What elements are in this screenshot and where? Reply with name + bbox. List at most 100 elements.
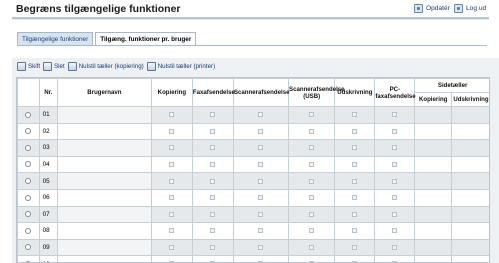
page-counter-copy-cell — [414, 255, 453, 262]
pc-fax-checkbox[interactable] — [392, 145, 398, 151]
row-pc-fax-cell — [374, 106, 416, 124]
change-label: Skift — [28, 63, 41, 70]
fax-checkbox[interactable] — [210, 128, 216, 134]
row-select-radio[interactable] — [25, 211, 32, 218]
delete-button[interactable]: Slet — [43, 62, 65, 71]
row-select-radio[interactable] — [25, 178, 32, 184]
fax-checkbox[interactable] — [210, 195, 216, 201]
row-scanner-usb-cell — [287, 106, 336, 124]
scanner-usb-checkbox[interactable] — [309, 145, 315, 151]
row-number: 01 — [38, 106, 58, 124]
scanner-usb-checkbox[interactable] — [309, 161, 315, 167]
scanner-checkbox[interactable] — [258, 178, 264, 184]
row-username — [56, 238, 152, 257]
fax-checkbox[interactable] — [210, 211, 216, 217]
print-checkbox[interactable] — [352, 195, 358, 201]
fax-checkbox[interactable] — [210, 145, 216, 151]
scanner-usb-checkbox[interactable] — [309, 195, 315, 201]
copy-checkbox[interactable] — [169, 112, 175, 118]
fax-checkbox[interactable] — [210, 178, 216, 184]
scanner-checkbox[interactable] — [258, 128, 264, 134]
row-select-cell — [17, 188, 40, 207]
copy-checkbox[interactable] — [169, 161, 175, 167]
row-copy-cell — [150, 222, 193, 240]
change-button[interactable]: Skift — [17, 62, 40, 71]
pc-fax-checkbox[interactable] — [392, 195, 398, 201]
fax-checkbox[interactable] — [210, 161, 216, 167]
nr-column-header: Nr. — [38, 78, 58, 107]
scanner-usb-checkbox[interactable] — [309, 228, 315, 234]
fax-column-header: Faxafsendelse — [191, 78, 235, 107]
scanner-usb-checkbox[interactable] — [309, 244, 315, 250]
copy-checkbox[interactable] — [169, 244, 175, 250]
scanner-checkbox[interactable] — [258, 228, 264, 234]
print-column-header: Udskrivning — [334, 78, 376, 107]
print-checkbox[interactable] — [352, 128, 358, 134]
copy-checkbox[interactable] — [169, 178, 175, 184]
page-counter-print-header: Udskrivning — [451, 92, 489, 107]
row-pc-fax-cell — [374, 172, 416, 190]
page-counter-print-cell — [451, 222, 489, 240]
copy-checkbox[interactable] — [169, 211, 175, 217]
row-number: 09 — [38, 238, 58, 257]
row-select-radio[interactable] — [25, 128, 32, 135]
logout-button[interactable]: Log ud — [454, 4, 486, 13]
fax-checkbox[interactable] — [210, 244, 216, 250]
scanner-checkbox[interactable] — [258, 161, 264, 167]
row-select-radio[interactable] — [25, 144, 32, 151]
scanner-checkbox[interactable] — [258, 244, 264, 250]
row-fax-cell — [191, 205, 234, 224]
scanner-checkbox[interactable] — [258, 195, 264, 201]
user-functions-table: Nr. Brugernavn Kopiering Faxafsendelse S… — [16, 77, 490, 263]
edit-icon — [17, 62, 26, 71]
scanner-usb-checkbox[interactable] — [309, 178, 315, 184]
scanner-checkbox[interactable] — [258, 145, 264, 151]
refresh-button[interactable]: Opdatér — [414, 4, 450, 13]
pc-fax-checkbox[interactable] — [392, 244, 398, 250]
row-select-radio[interactable] — [25, 227, 32, 234]
fax-checkbox[interactable] — [210, 112, 216, 118]
tab-available-functions[interactable]: Tilgængelige funktioner — [17, 32, 94, 45]
row-select-radio[interactable] — [25, 161, 32, 168]
pc-fax-checkbox[interactable] — [392, 211, 398, 217]
scanner-usb-checkbox[interactable] — [309, 211, 315, 217]
print-checkbox[interactable] — [352, 244, 358, 250]
row-copy-cell — [150, 122, 193, 141]
pc-fax-checkbox[interactable] — [392, 112, 398, 118]
print-checkbox[interactable] — [352, 178, 358, 184]
fax-checkbox[interactable] — [210, 228, 216, 234]
scanner-usb-checkbox[interactable] — [309, 112, 315, 118]
reset-copy-counter-button[interactable]: Nulstil tæller (kopiering) — [67, 62, 144, 71]
row-select-radio[interactable] — [25, 194, 32, 201]
scanner-usb-checkbox[interactable] — [309, 128, 315, 134]
row-fax-cell — [191, 188, 234, 207]
print-checkbox[interactable] — [352, 161, 358, 167]
copy-checkbox[interactable] — [169, 195, 175, 201]
pc-fax-checkbox[interactable] — [392, 178, 398, 184]
row-select-radio[interactable] — [25, 111, 32, 118]
row-fax-cell — [191, 122, 234, 141]
copy-checkbox[interactable] — [169, 128, 175, 134]
row-select-radio[interactable] — [25, 244, 32, 251]
print-checkbox[interactable] — [352, 228, 358, 234]
copy-checkbox[interactable] — [169, 145, 175, 151]
print-checkbox[interactable] — [352, 112, 358, 118]
copy-checkbox[interactable] — [169, 228, 175, 234]
row-username — [56, 188, 152, 207]
pc-fax-checkbox[interactable] — [392, 161, 398, 167]
tab-functions-per-user[interactable]: Tilgæng. funktioner pr. bruger — [95, 32, 197, 45]
row-scanner-cell — [232, 139, 290, 157]
delete-icon — [43, 62, 53, 71]
pc-fax-checkbox[interactable] — [392, 228, 398, 234]
scanner-column-header: Scannerafsendelse — [232, 78, 290, 107]
scanner-checkbox[interactable] — [258, 112, 264, 118]
row-username — [56, 172, 152, 190]
page-counter-copy-cell — [414, 155, 453, 174]
row-pc-fax-cell — [374, 222, 416, 240]
print-checkbox[interactable] — [352, 145, 358, 151]
reset-printer-counter-button[interactable]: Nulstil tæller (printer) — [146, 62, 215, 71]
scanner-checkbox[interactable] — [258, 211, 264, 217]
print-checkbox[interactable] — [352, 211, 358, 217]
row-fax-cell — [191, 255, 234, 262]
pc-fax-checkbox[interactable] — [392, 128, 398, 134]
